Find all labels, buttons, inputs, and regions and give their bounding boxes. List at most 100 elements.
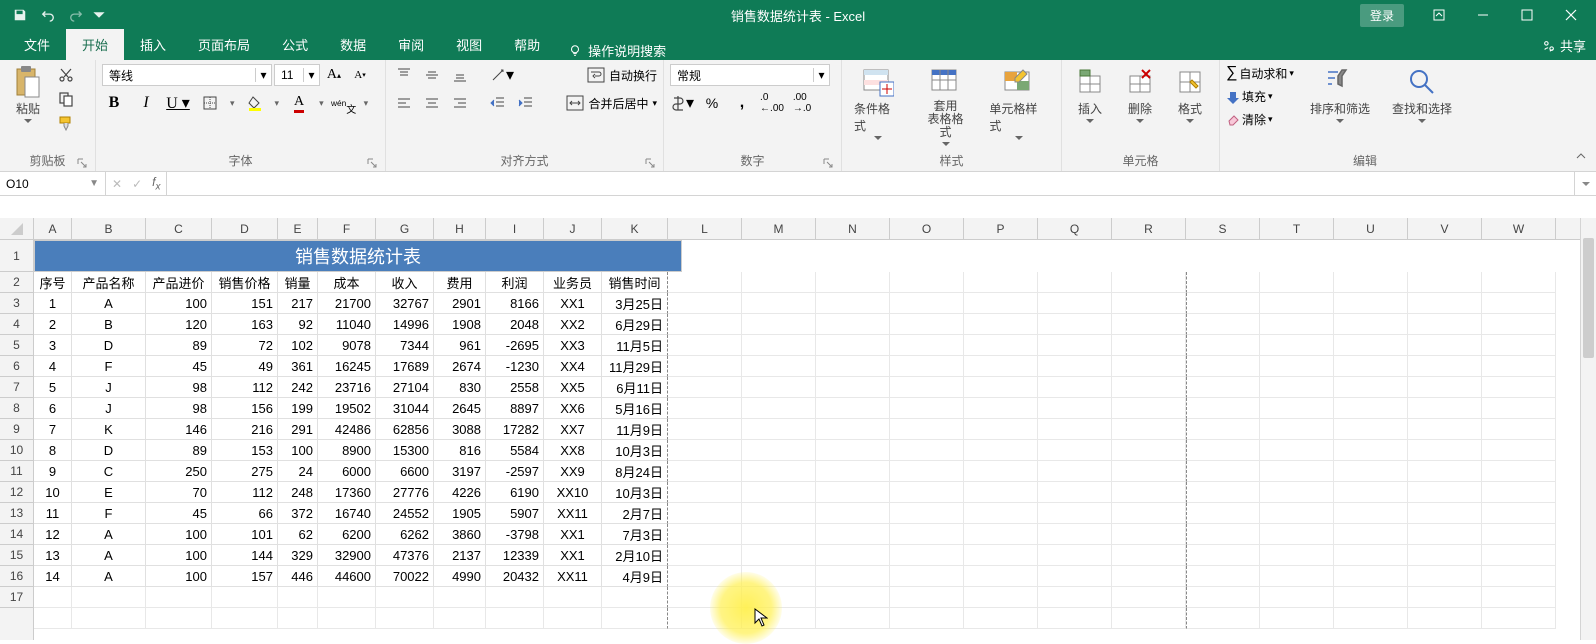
data-cell[interactable]: 816	[434, 440, 486, 461]
cell-styles-button[interactable]: 单元格样式	[983, 64, 1055, 142]
data-cell[interactable]: 7月3日	[602, 524, 668, 545]
data-cell[interactable]: 291	[278, 419, 318, 440]
data-cell[interactable]: 2674	[434, 356, 486, 377]
data-cell[interactable]: 329	[278, 545, 318, 566]
data-cell[interactable]: 10月3日	[602, 482, 668, 503]
col-header[interactable]: H	[434, 218, 486, 239]
data-cell[interactable]: D	[72, 440, 146, 461]
data-cell[interactable]: XX2	[544, 314, 602, 335]
tab-help[interactable]: 帮助	[498, 29, 556, 60]
col-header[interactable]: S	[1186, 218, 1260, 239]
underline-icon[interactable]: U ▾	[166, 92, 190, 114]
data-cell[interactable]: 10	[34, 482, 72, 503]
header-cell[interactable]: 序号	[34, 272, 72, 293]
data-cell[interactable]: 24	[278, 461, 318, 482]
tab-layout[interactable]: 页面布局	[182, 29, 266, 60]
data-cell[interactable]: 44600	[318, 566, 376, 587]
data-cell[interactable]: F	[72, 503, 146, 524]
data-cell[interactable]: 217	[278, 293, 318, 314]
data-cell[interactable]: A	[72, 524, 146, 545]
data-cell[interactable]: 42486	[318, 419, 376, 440]
row-header[interactable]: 12	[0, 482, 33, 503]
row-header[interactable]: 17	[0, 587, 33, 608]
data-cell[interactable]: 6200	[318, 524, 376, 545]
tab-insert[interactable]: 插入	[124, 29, 182, 60]
data-cell[interactable]: 242	[278, 377, 318, 398]
format-table-button[interactable]: 套用 表格格式	[916, 64, 976, 148]
data-cell[interactable]: 372	[278, 503, 318, 524]
data-cell[interactable]: 3197	[434, 461, 486, 482]
data-cell[interactable]: 163	[212, 314, 278, 335]
col-header[interactable]: L	[668, 218, 742, 239]
data-cell[interactable]: A	[72, 293, 146, 314]
row-header[interactable]: 15	[0, 545, 33, 566]
data-cell[interactable]: 11月29日	[602, 356, 668, 377]
data-cell[interactable]: A	[72, 566, 146, 587]
data-cell[interactable]: 3088	[434, 419, 486, 440]
data-cell[interactable]: 89	[146, 440, 212, 461]
header-cell[interactable]: 利润	[486, 272, 544, 293]
col-header[interactable]: K	[602, 218, 668, 239]
row-header[interactable]: 2	[0, 272, 33, 293]
data-cell[interactable]: XX4	[544, 356, 602, 377]
data-cell[interactable]: 11	[34, 503, 72, 524]
row-header[interactable]: 4	[0, 314, 33, 335]
ribbon-options-icon[interactable]	[1418, 1, 1460, 29]
minimize-icon[interactable]	[1462, 1, 1504, 29]
name-box[interactable]: O10▼	[0, 172, 106, 195]
border-icon[interactable]	[198, 92, 222, 114]
align-center-icon[interactable]	[420, 92, 444, 114]
data-cell[interactable]: 151	[212, 293, 278, 314]
data-cell[interactable]: 6262	[376, 524, 434, 545]
data-cell[interactable]: 153	[212, 440, 278, 461]
data-cell[interactable]: 11040	[318, 314, 376, 335]
row-header[interactable]: 10	[0, 440, 33, 461]
data-cell[interactable]: XX1	[544, 293, 602, 314]
autosum-button[interactable]: ∑ 自动求和 ▾	[1226, 64, 1294, 82]
data-cell[interactable]: 5月16日	[602, 398, 668, 419]
data-cell[interactable]: 2048	[486, 314, 544, 335]
data-cell[interactable]: XX9	[544, 461, 602, 482]
header-cell[interactable]: 销量	[278, 272, 318, 293]
data-cell[interactable]: 5584	[486, 440, 544, 461]
data-cell[interactable]: 3	[34, 335, 72, 356]
data-cell[interactable]: XX6	[544, 398, 602, 419]
close-icon[interactable]	[1550, 1, 1592, 29]
data-cell[interactable]: 3月25日	[602, 293, 668, 314]
data-cell[interactable]: 6000	[318, 461, 376, 482]
header-cell[interactable]: 费用	[434, 272, 486, 293]
data-cell[interactable]: 2月7日	[602, 503, 668, 524]
data-cell[interactable]: 100	[146, 524, 212, 545]
row-header[interactable]: 1	[0, 240, 33, 272]
orientation-icon[interactable]: ▾	[490, 64, 514, 86]
data-cell[interactable]: 156	[212, 398, 278, 419]
phonetic-icon[interactable]: wén文	[332, 92, 356, 114]
maximize-icon[interactable]	[1506, 1, 1548, 29]
row-header[interactable]: 9	[0, 419, 33, 440]
scrollbar-thumb[interactable]	[1583, 238, 1594, 358]
increase-decimal-icon[interactable]: .0←.00	[760, 92, 784, 114]
data-cell[interactable]: XX3	[544, 335, 602, 356]
data-cell[interactable]: 89	[146, 335, 212, 356]
data-cell[interactable]: 101	[212, 524, 278, 545]
increase-indent-icon[interactable]	[514, 92, 538, 114]
data-cell[interactable]: 15300	[376, 440, 434, 461]
data-cell[interactable]: 120	[146, 314, 212, 335]
data-cell[interactable]: 6600	[376, 461, 434, 482]
sort-filter-button[interactable]: 排序和筛选	[1304, 64, 1376, 125]
data-cell[interactable]: 17282	[486, 419, 544, 440]
data-cell[interactable]: 92	[278, 314, 318, 335]
conditional-format-button[interactable]: 条件格式	[848, 64, 908, 142]
col-header[interactable]: O	[890, 218, 964, 239]
data-cell[interactable]: 146	[146, 419, 212, 440]
header-cell[interactable]: 业务员	[544, 272, 602, 293]
col-header[interactable]: I	[486, 218, 544, 239]
align-middle-icon[interactable]	[420, 64, 444, 86]
data-cell[interactable]: 13	[34, 545, 72, 566]
decrease-indent-icon[interactable]	[486, 92, 510, 114]
data-cell[interactable]: 16245	[318, 356, 376, 377]
data-cell[interactable]: 17689	[376, 356, 434, 377]
col-header[interactable]: M	[742, 218, 816, 239]
data-cell[interactable]: 100	[146, 545, 212, 566]
data-cell[interactable]: 49	[212, 356, 278, 377]
